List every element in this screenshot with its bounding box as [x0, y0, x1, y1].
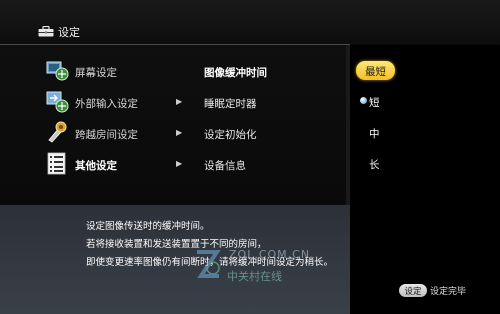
watermark-cn: 中关村在线 — [227, 270, 282, 283]
sidebar-item-label: 其他设定 — [75, 160, 117, 172]
page-title: 设定 — [58, 26, 80, 39]
options-panel — [350, 45, 500, 314]
watermark: ZOL.COM.CN 中关村在线 — [195, 248, 340, 288]
option-long[interactable]: 长 — [369, 157, 380, 172]
settings-button[interactable]: 设定 — [399, 284, 427, 297]
menu-item-image-buffer-time[interactable]: 图像缓冲时间 — [204, 65, 267, 80]
sidebar-item-label: 屏幕设定 — [75, 67, 117, 79]
zol-logo-icon — [197, 250, 221, 278]
sidebar-item-label: 跨越房间设定 — [75, 129, 138, 141]
watermark-text: ZOL.COM.CN — [229, 248, 311, 261]
option-short[interactable]: 短 — [369, 95, 380, 110]
footer-label: 设定完毕 — [430, 287, 467, 297]
toolbox-icon — [38, 26, 54, 37]
settings-screen: 设定 屏幕设定 外部输入设定 ▶ 跨越房间设定 ▶ 其他设定 ▶ 图像缓冲时间 … — [0, 0, 500, 314]
radio-dot-icon — [360, 97, 367, 104]
option-shortest-selected[interactable]: 最短 — [356, 61, 395, 80]
chevron-right-icon: ▶ — [176, 128, 183, 137]
menu-item-sleep-timer[interactable]: 睡眠定时器 — [204, 96, 257, 111]
menu-item-device-info[interactable]: 设备信息 — [204, 158, 246, 173]
header-bar: 设定 — [0, 0, 500, 44]
option-medium[interactable]: 中 — [369, 126, 380, 141]
screen-settings-icon — [46, 61, 69, 81]
sidebar-item-label: 外部输入设定 — [75, 98, 138, 110]
chevron-right-icon: ▶ — [176, 97, 183, 106]
menu-item-reset-settings[interactable]: 设定初始化 — [204, 127, 257, 142]
description-line: 设定图像传送时的缓冲时间。 — [86, 221, 210, 232]
other-settings-icon — [47, 152, 66, 175]
cross-room-icon — [48, 121, 67, 143]
chevron-right-icon: ▶ — [176, 159, 183, 168]
input-settings-icon — [46, 91, 69, 113]
